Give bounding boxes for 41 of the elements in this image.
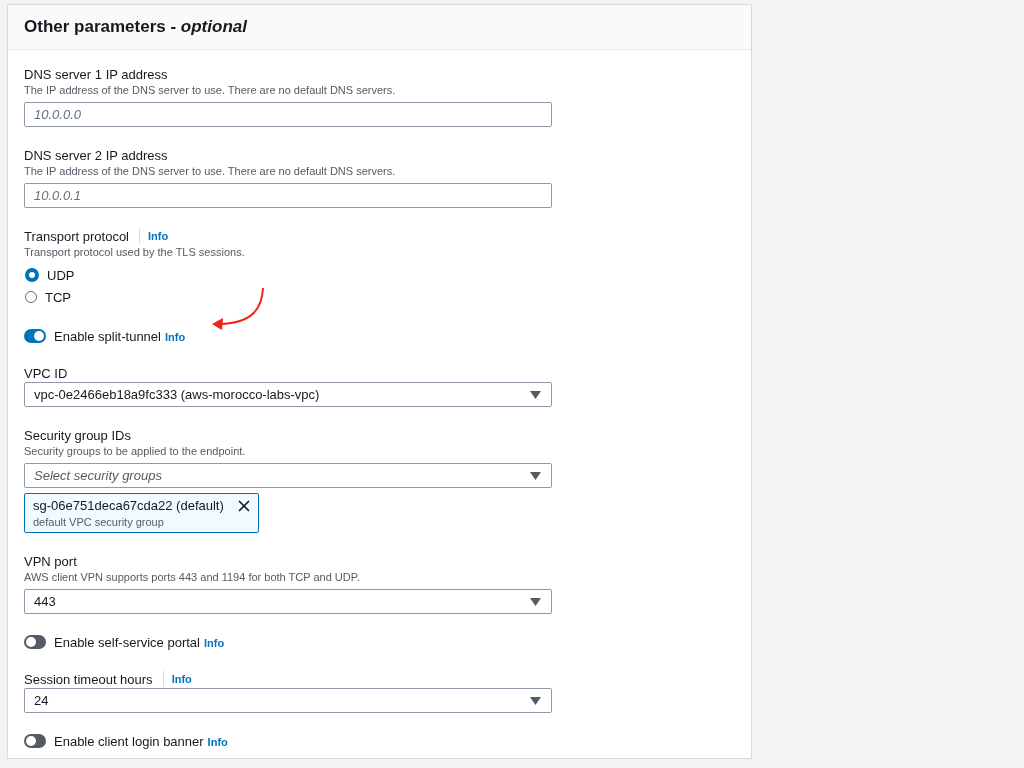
dropdown-select[interactable]: Select security groups xyxy=(24,463,552,488)
info-link[interactable]: Info xyxy=(171,673,192,685)
field-label: Security group IDs xyxy=(24,427,131,443)
field-description: The IP address of the DNS server to use. There are no default DNS servers. xyxy=(24,164,397,179)
field-label: VPC ID xyxy=(24,365,68,381)
dropdown-select[interactable]: 443 xyxy=(24,589,552,614)
field-label: DNS server 2 IP address xyxy=(24,147,168,163)
caret-icon xyxy=(530,696,541,705)
toggle-label: Enable self-service portal xyxy=(54,634,200,650)
toggle-label: Enable split-tunnel xyxy=(54,328,161,344)
caret-icon xyxy=(530,471,541,480)
toggle-switch[interactable] xyxy=(24,635,46,649)
ip-address-field[interactable]: 10.0.0.1 xyxy=(24,183,552,208)
caret-icon xyxy=(530,390,541,399)
field-description: Security groups to be applied to the endpoint. xyxy=(24,444,247,459)
info-link[interactable]: Info xyxy=(203,636,225,649)
field-label: DNS server 1 IP address xyxy=(24,66,168,82)
field-label: Session timeout hours xyxy=(24,671,153,687)
toggle-label: Enable client login banner xyxy=(54,733,204,749)
radio-icon[interactable] xyxy=(25,291,37,303)
close-icon[interactable] xyxy=(238,500,250,512)
token-description: default VPC security group xyxy=(33,515,165,530)
dropdown-select[interactable]: 24 xyxy=(24,688,552,713)
info-link[interactable]: Info xyxy=(207,735,228,748)
field-description: AWS client VPN supports ports 443 and 1194 for both TCP and UDP. xyxy=(24,570,361,585)
panel-title: Other parameters - optional xyxy=(24,17,247,37)
field-description: Transport protocol used by the TLS sessions. xyxy=(24,245,246,260)
info-link[interactable]: Info xyxy=(164,330,186,343)
toggle-switch[interactable] xyxy=(24,734,46,748)
toggle-switch[interactable] xyxy=(24,329,46,343)
caret-icon xyxy=(530,597,541,606)
radio-option[interactable]: UDP xyxy=(24,264,552,286)
ip-address-field[interactable]: 10.0.0.0 xyxy=(24,102,552,127)
field-label: VPN port xyxy=(24,553,77,569)
field-label: Transport protocol xyxy=(24,228,129,244)
token-label: sg-06e751deca67cda22 (default) xyxy=(33,497,224,515)
dropdown-select[interactable]: vpc-0e2466eb18a9fc333 (aws-morocco-labs-vpc) xyxy=(24,382,552,407)
radio-option[interactable]: TCP xyxy=(24,286,552,308)
radio-icon[interactable] xyxy=(25,268,39,282)
info-link[interactable]: Info xyxy=(148,230,169,242)
field-description: The IP address of the DNS server to use. There are no default DNS servers. xyxy=(24,83,397,98)
